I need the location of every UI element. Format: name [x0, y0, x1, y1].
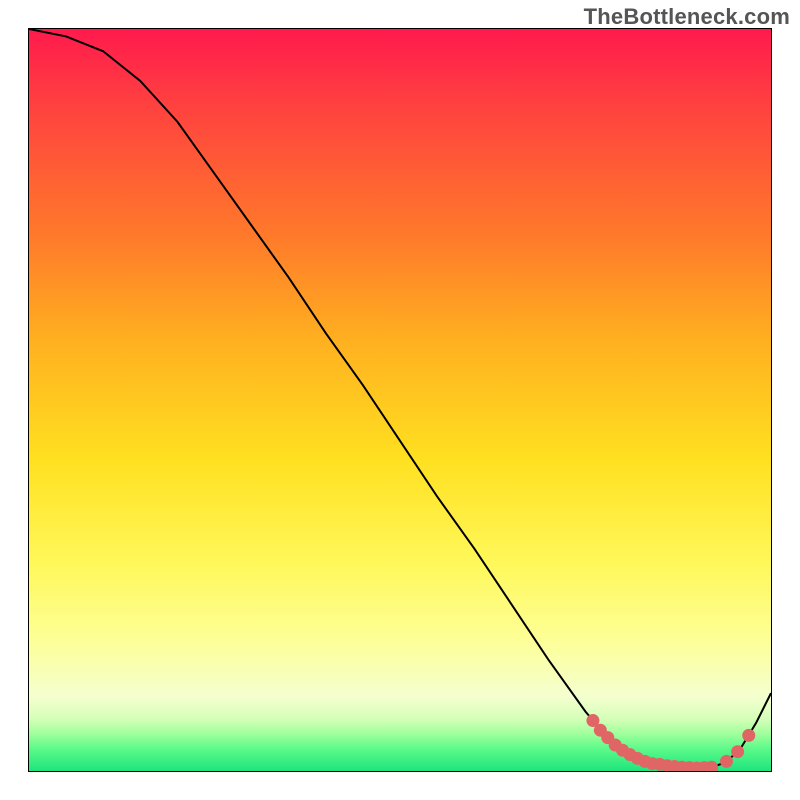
data-marker	[731, 745, 744, 758]
chart-svg	[29, 29, 771, 771]
chart-container: TheBottleneck.com	[0, 0, 800, 800]
watermark-text: TheBottleneck.com	[584, 4, 790, 30]
data-marker	[720, 755, 733, 768]
bottleneck-curve	[29, 29, 771, 768]
plot-area	[28, 28, 772, 772]
markers-group	[586, 714, 755, 772]
data-marker	[742, 729, 755, 742]
